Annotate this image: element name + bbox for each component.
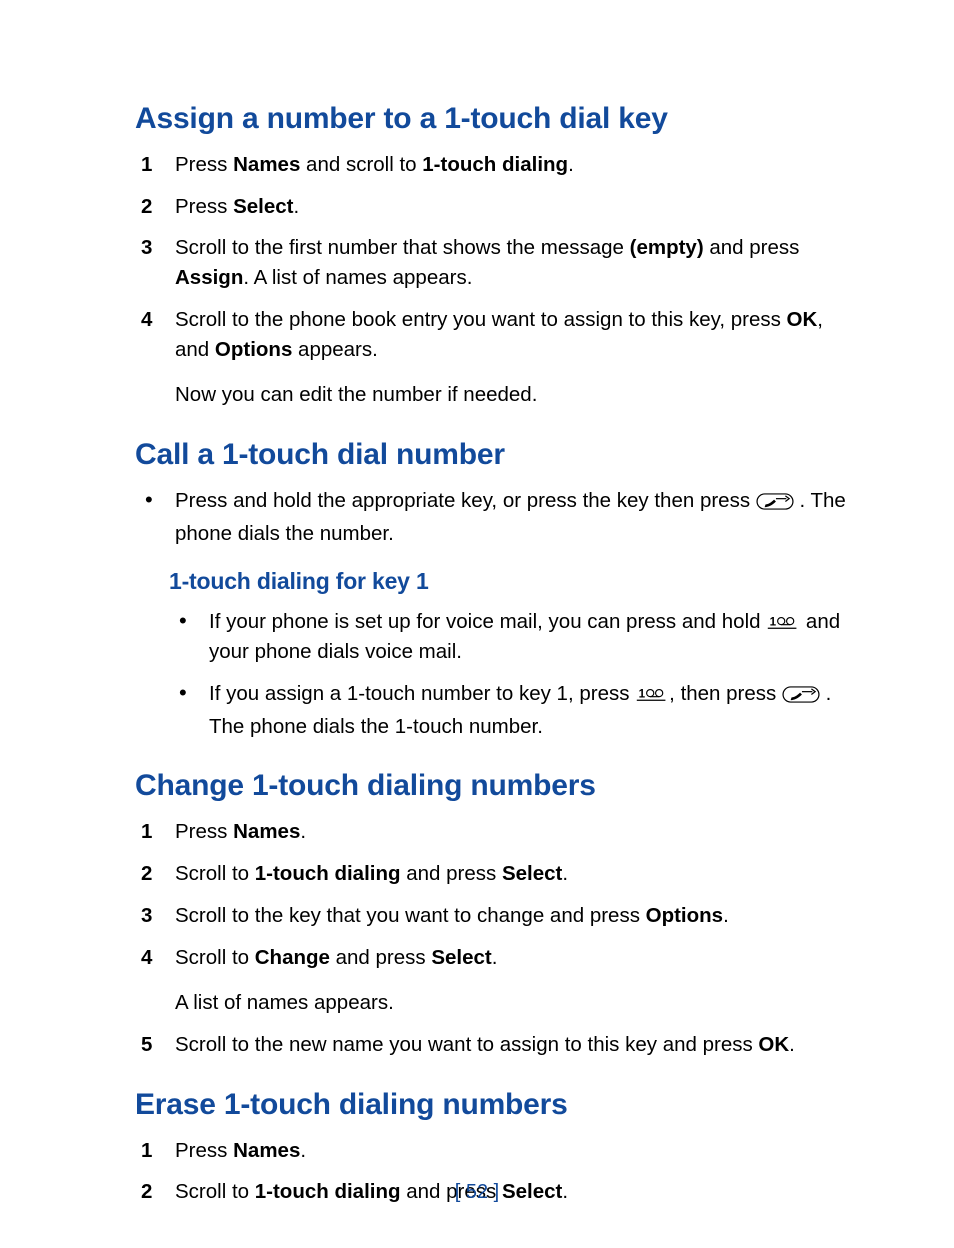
- bold: Change: [255, 946, 330, 969]
- bold: OK: [758, 1033, 789, 1056]
- bold: (empty): [630, 236, 704, 259]
- step: Scroll to the new name you want to assig…: [135, 1024, 854, 1066]
- text: Press: [175, 153, 233, 176]
- heading-call: Call a 1-touch dial number: [135, 438, 854, 472]
- step: Scroll to the first number that shows th…: [135, 227, 854, 298]
- page-number: [ 52 ]: [0, 1181, 954, 1204]
- text: Scroll to the key that you want to chang…: [175, 904, 646, 927]
- text: Scroll to: [175, 862, 255, 885]
- step: Press Names.: [135, 811, 854, 853]
- bold: Names: [233, 820, 300, 843]
- bullet: If your phone is set up for voice mail, …: [169, 601, 854, 672]
- step: Scroll to Change and press Select. A lis…: [135, 937, 854, 1024]
- heading-erase: Erase 1-touch dialing numbers: [135, 1088, 854, 1122]
- call-key-icon: [756, 489, 794, 519]
- bullet: Press and hold the appropriate key, or p…: [135, 480, 854, 554]
- text: If you assign a 1-touch number to key 1,…: [209, 682, 635, 705]
- bold: 1-touch dialing: [255, 862, 401, 885]
- heading-change: Change 1-touch dialing numbers: [135, 769, 854, 803]
- text: appears.: [292, 338, 377, 361]
- bold: Assign: [175, 266, 243, 289]
- step: Press Names and scroll to 1-touch dialin…: [135, 144, 854, 186]
- text: Press: [175, 195, 233, 218]
- bold: Names: [233, 1139, 300, 1162]
- step: Scroll to 1-touch dialing and press Sele…: [135, 853, 854, 895]
- text: .: [568, 153, 574, 176]
- bullets-call: Press and hold the appropriate key, or p…: [135, 480, 854, 554]
- text: , then press: [669, 682, 782, 705]
- steps-assign: Press Names and scroll to 1-touch dialin…: [135, 144, 854, 416]
- text: Scroll to: [175, 946, 255, 969]
- text: and scroll to: [300, 153, 422, 176]
- bold: OK: [787, 308, 818, 331]
- step: Press Names.: [135, 1130, 854, 1172]
- bold: Select: [233, 195, 293, 218]
- steps-change: Press Names. Scroll to 1-touch dialing a…: [135, 811, 854, 1065]
- heading-assign: Assign a number to a 1-touch dial key: [135, 102, 854, 136]
- voicemail-key-icon: [766, 610, 800, 628]
- step: Press Select.: [135, 186, 854, 228]
- bold: Select: [431, 946, 491, 969]
- text: .: [300, 1139, 306, 1162]
- step: Scroll to the key that you want to chang…: [135, 895, 854, 937]
- bold: 1-touch dialing: [422, 153, 568, 176]
- text: and press: [704, 236, 800, 259]
- bold: Options: [215, 338, 292, 361]
- text: If your phone is set up for voice mail, …: [209, 610, 766, 633]
- text: Press: [175, 1139, 233, 1162]
- text: .: [789, 1033, 795, 1056]
- step-note: A list of names appears.: [175, 988, 854, 1018]
- bullet: If you assign a 1-touch number to key 1,…: [169, 673, 854, 747]
- subheading-key1: 1-touch dialing for key 1: [169, 568, 854, 595]
- bold: Select: [502, 862, 562, 885]
- text: .: [300, 820, 306, 843]
- text: Scroll to the new name you want to assig…: [175, 1033, 758, 1056]
- text: .: [294, 195, 300, 218]
- text: Scroll to the first number that shows th…: [175, 236, 630, 259]
- bullets-key1: If your phone is set up for voice mail, …: [135, 601, 854, 747]
- voicemail-key-icon: [635, 682, 669, 700]
- bold: Options: [646, 904, 723, 927]
- text: and press: [330, 946, 431, 969]
- call-key-icon: [782, 682, 820, 712]
- step: Scroll to the phone book entry you want …: [135, 299, 854, 416]
- text: .: [723, 904, 729, 927]
- text: . A list of names appears.: [243, 266, 472, 289]
- text: Press and hold the appropriate key, or p…: [175, 489, 756, 512]
- text: Press: [175, 820, 233, 843]
- text: .: [562, 862, 568, 885]
- bold: Names: [233, 153, 300, 176]
- text: Scroll to the phone book entry you want …: [175, 308, 787, 331]
- text: and press: [401, 862, 502, 885]
- text: .: [492, 946, 498, 969]
- step-note: Now you can edit the number if needed.: [175, 380, 854, 410]
